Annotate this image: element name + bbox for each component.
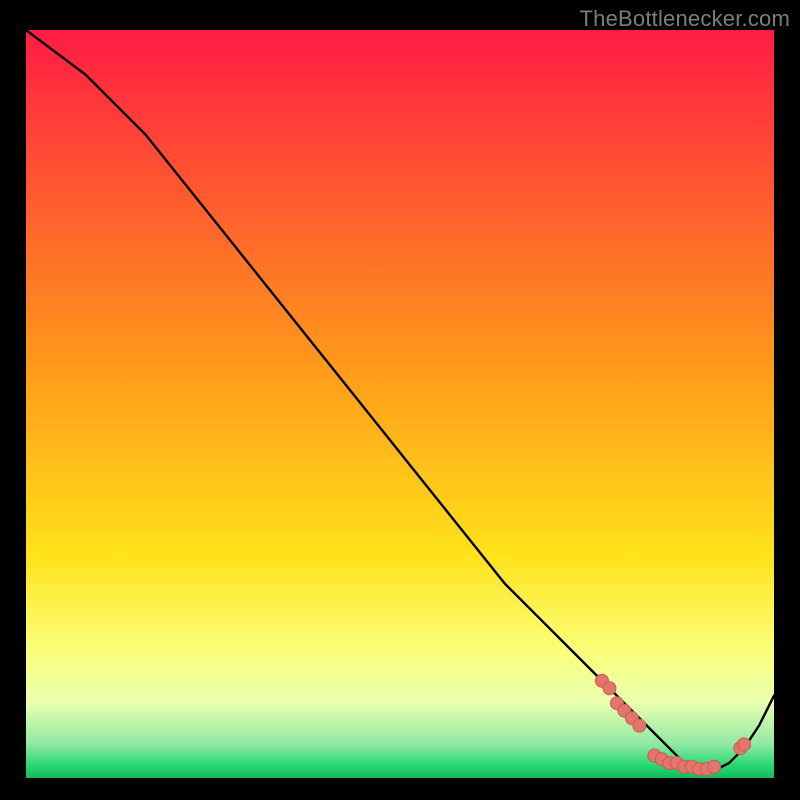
curve-marker [738, 738, 751, 751]
bottleneck-chart [0, 0, 800, 800]
curve-marker [633, 719, 646, 732]
curve-marker [708, 760, 721, 773]
plot-background [26, 30, 774, 778]
curve-marker [603, 682, 616, 695]
attribution-text: TheBottlenecker.com [580, 6, 790, 32]
chart-container: TheBottlenecker.com [0, 0, 800, 800]
